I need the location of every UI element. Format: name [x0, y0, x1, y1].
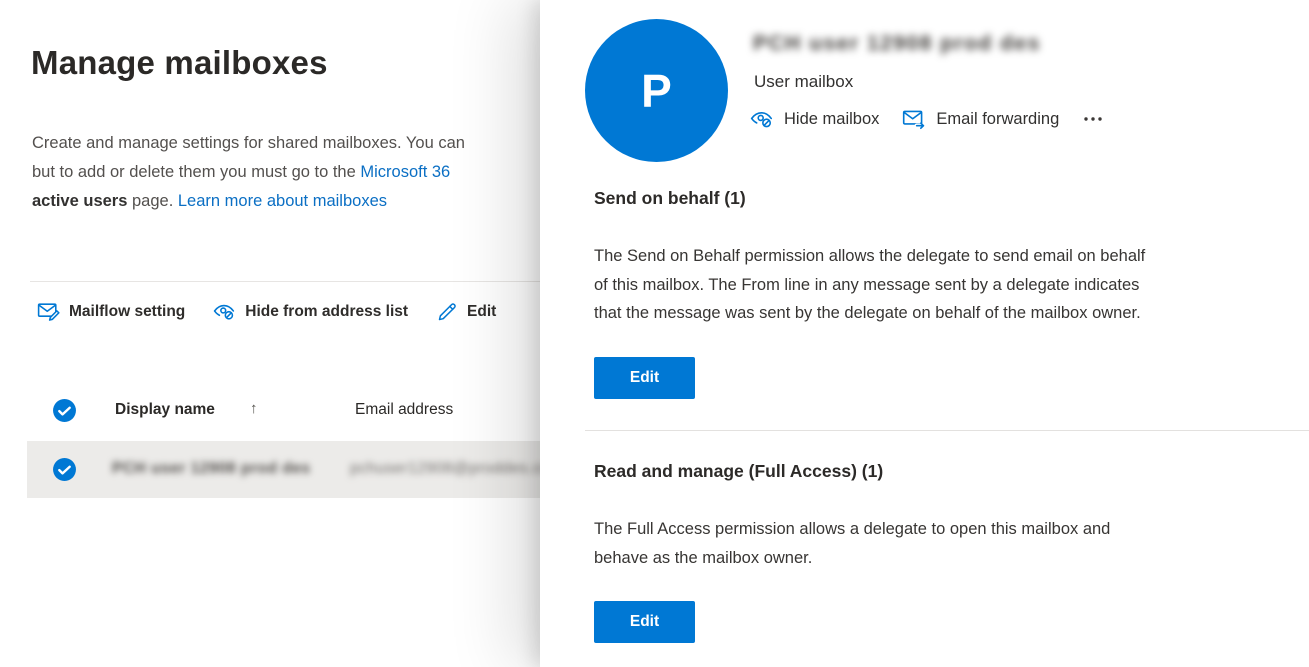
edit-pencil-icon	[435, 300, 459, 324]
hide-from-address-list-label: Hide from address list	[245, 303, 408, 321]
more-actions-button[interactable]	[1081, 107, 1105, 131]
edit-read-and-manage-button[interactable]: Edit	[594, 601, 695, 643]
page-description: Create and manage settings for shared ma…	[32, 129, 465, 216]
read-and-manage-description: The Full Access permission allows a dele…	[594, 515, 1110, 572]
page-title: Manage mailboxes	[31, 44, 328, 82]
mailflow-icon	[36, 299, 61, 324]
hide-mailbox-label: Hide mailbox	[784, 110, 879, 129]
learn-more-link[interactable]: Learn more about mailboxes	[178, 192, 387, 210]
avatar: P	[585, 19, 728, 162]
command-bar: Mailflow setting Hide from address list	[36, 299, 496, 324]
column-header-email[interactable]: Email address	[355, 401, 453, 419]
row-checkbox[interactable]	[52, 457, 77, 482]
hide-from-address-list-button[interactable]: Hide from address list	[212, 299, 408, 324]
microsoft-365-link[interactable]: Microsoft 36	[360, 163, 450, 181]
avatar-initial: P	[641, 64, 672, 118]
sort-ascending-icon[interactable]: ↑	[250, 400, 258, 417]
panel-display-name-blurred: PCH user 12908 prod des	[753, 32, 1041, 56]
row-display-name-blurred: PCH user 12908 prod des	[112, 460, 310, 478]
column-header-display-name[interactable]: Display name	[115, 401, 215, 419]
edit-toolbar-label: Edit	[467, 303, 496, 321]
panel-section-divider	[585, 430, 1309, 431]
send-on-behalf-description: The Send on Behalf permission allows the…	[594, 242, 1145, 328]
mailbox-details-panel: P PCH user 12908 prod des User mailbox H…	[540, 0, 1309, 667]
edit-toolbar-button[interactable]: Edit	[435, 300, 496, 324]
description-line-2: but to add or delete them you must go to…	[32, 158, 465, 187]
hide-mailbox-button[interactable]: Hide mailbox	[749, 106, 879, 132]
panel-quick-actions: Hide mailbox Email forwarding	[749, 106, 1105, 132]
mailbox-type-label: User mailbox	[754, 72, 853, 92]
select-all-checkbox[interactable]	[52, 398, 77, 423]
description-line-1: Create and manage settings for shared ma…	[32, 129, 465, 158]
manage-mailboxes-page: Manage mailboxes Create and manage setti…	[0, 0, 1309, 667]
email-forwarding-label: Email forwarding	[936, 110, 1059, 129]
mailflow-setting-button[interactable]: Mailflow setting	[36, 299, 185, 324]
read-and-manage-heading: Read and manage (Full Access) (1)	[594, 461, 883, 482]
row-email-blurred: pchuser12908@proddes.com	[350, 460, 563, 478]
mailflow-setting-label: Mailflow setting	[69, 303, 185, 321]
more-horizontal-icon	[1081, 107, 1105, 131]
email-forwarding-icon	[901, 106, 927, 132]
description-line-3: active users page. Learn more about mail…	[32, 187, 465, 216]
hide-mailbox-icon	[749, 106, 775, 132]
email-forwarding-button[interactable]: Email forwarding	[901, 106, 1059, 132]
send-on-behalf-heading: Send on behalf (1)	[594, 188, 746, 209]
hide-from-address-list-icon	[212, 299, 237, 324]
edit-send-on-behalf-button[interactable]: Edit	[594, 357, 695, 399]
